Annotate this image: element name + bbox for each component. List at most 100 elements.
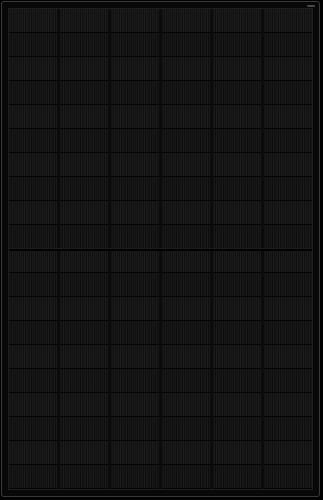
solar-cell: [111, 9, 159, 33]
solar-cell: [60, 345, 108, 369]
solar-cell: [9, 441, 57, 465]
solar-cell: [111, 81, 159, 105]
solar-cell: [213, 369, 261, 393]
solar-cell: [60, 33, 108, 57]
frame-glint: [307, 5, 315, 7]
solar-cell: [111, 57, 159, 81]
solar-cell: [213, 33, 261, 57]
solar-cell: [162, 273, 210, 297]
solar-cell: [60, 9, 108, 33]
solar-cell: [264, 441, 312, 465]
solar-cell: [162, 345, 210, 369]
solar-cell: [162, 321, 210, 345]
solar-cell: [162, 177, 210, 201]
solar-cell: [264, 57, 312, 81]
solar-panel: [1, 1, 320, 497]
solar-cell: [60, 369, 108, 393]
solar-cell: [111, 369, 159, 393]
half-cut-divider: [9, 248, 312, 252]
solar-cell: [9, 393, 57, 417]
solar-cell: [162, 129, 210, 153]
solar-cell: [111, 321, 159, 345]
solar-cell: [9, 249, 57, 273]
solar-cell: [264, 33, 312, 57]
solar-cell: [264, 105, 312, 129]
solar-cell: [264, 273, 312, 297]
solar-cell: [162, 465, 210, 489]
solar-cell: [111, 177, 159, 201]
solar-cell: [60, 441, 108, 465]
solar-cell: [264, 177, 312, 201]
solar-cell: [264, 249, 312, 273]
solar-cell: [213, 9, 261, 33]
solar-cell: [9, 177, 57, 201]
solar-cell: [213, 129, 261, 153]
solar-cell: [162, 393, 210, 417]
solar-cell: [213, 57, 261, 81]
solar-cell: [162, 153, 210, 177]
solar-cell: [162, 369, 210, 393]
solar-cell: [213, 417, 261, 441]
solar-cell: [213, 345, 261, 369]
solar-cell: [162, 249, 210, 273]
solar-cell: [60, 393, 108, 417]
solar-cell: [9, 369, 57, 393]
solar-cell: [213, 81, 261, 105]
solar-cell: [60, 129, 108, 153]
solar-cell: [9, 9, 57, 33]
solar-cell: [111, 393, 159, 417]
solar-cell: [162, 201, 210, 225]
solar-cell: [264, 201, 312, 225]
solar-cell: [213, 201, 261, 225]
solar-cell: [9, 273, 57, 297]
solar-cell: [162, 441, 210, 465]
solar-cell: [60, 297, 108, 321]
solar-cell: [162, 417, 210, 441]
panel-surface: [8, 8, 313, 490]
solar-cell: [213, 321, 261, 345]
solar-cell: [213, 225, 261, 249]
solar-cell: [9, 345, 57, 369]
solar-cell: [9, 129, 57, 153]
solar-cell: [60, 153, 108, 177]
solar-cell: [264, 225, 312, 249]
solar-cell: [213, 441, 261, 465]
solar-cell: [264, 369, 312, 393]
solar-cell: [213, 297, 261, 321]
solar-cell: [111, 249, 159, 273]
solar-cell: [264, 345, 312, 369]
solar-cell: [60, 225, 108, 249]
solar-cell: [264, 81, 312, 105]
solar-cell: [264, 9, 312, 33]
solar-cell: [162, 57, 210, 81]
solar-cell: [111, 201, 159, 225]
solar-cell: [111, 441, 159, 465]
solar-cell: [9, 465, 57, 489]
solar-cell: [60, 177, 108, 201]
solar-cell: [162, 33, 210, 57]
solar-cell: [60, 81, 108, 105]
solar-cell: [60, 57, 108, 81]
solar-cell: [111, 297, 159, 321]
solar-cell: [111, 417, 159, 441]
solar-cell: [213, 465, 261, 489]
solar-cell: [9, 297, 57, 321]
solar-cell: [213, 177, 261, 201]
solar-cell: [264, 129, 312, 153]
solar-cell: [9, 105, 57, 129]
solar-cell: [111, 465, 159, 489]
solar-cell: [264, 321, 312, 345]
solar-cell: [9, 81, 57, 105]
solar-cell: [60, 465, 108, 489]
solar-cell: [111, 129, 159, 153]
solar-cell: [162, 9, 210, 33]
solar-cell: [60, 105, 108, 129]
solar-cell: [213, 153, 261, 177]
scene: [0, 0, 323, 500]
solar-cell: [213, 273, 261, 297]
solar-cell: [9, 153, 57, 177]
solar-cell: [111, 33, 159, 57]
solar-cell: [111, 105, 159, 129]
solar-cell: [213, 105, 261, 129]
solar-cell: [60, 321, 108, 345]
